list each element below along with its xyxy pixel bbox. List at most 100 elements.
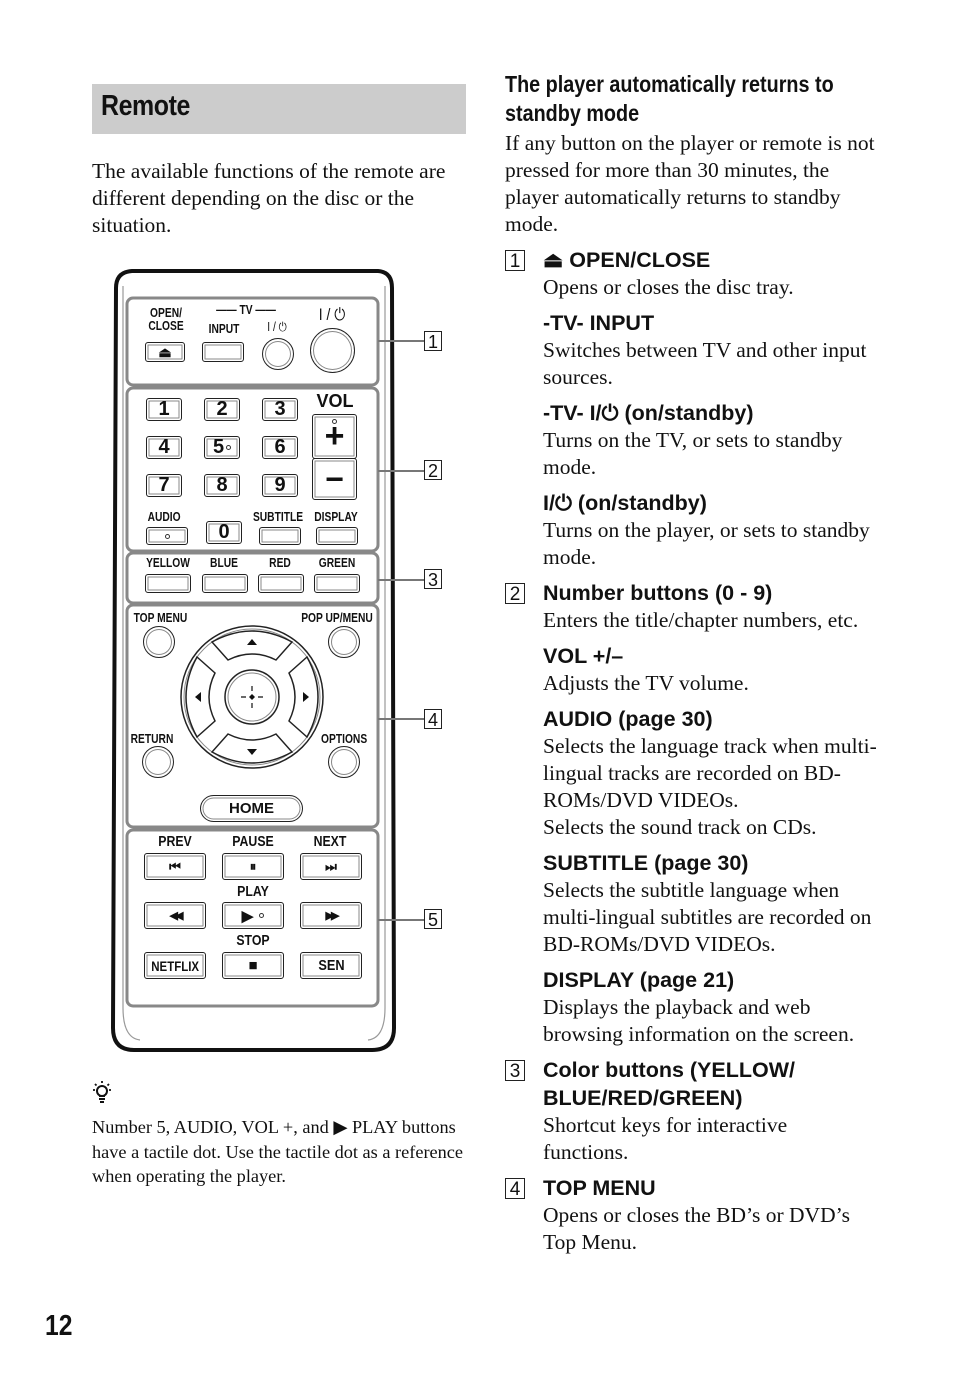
callout-3: 3: [424, 569, 442, 590]
tactile-dot-icon: [226, 445, 232, 450]
section-title-bar: Remote: [92, 84, 466, 134]
play-icon: ▶: [333, 1117, 348, 1137]
item-desc: Opens or closes the BD’s or DVD’s Top Me…: [543, 1203, 850, 1254]
audio-button[interactable]: [146, 527, 188, 545]
number-9-button[interactable]: 9: [262, 474, 298, 497]
standby-heading: The player automatically returns to stan…: [505, 71, 834, 126]
item-desc: Turns on the player, or sets to standby …: [543, 518, 870, 569]
play-button[interactable]: ▶: [222, 902, 284, 929]
display-label: DISPLAY: [314, 510, 358, 524]
subtitle-label: SUBTITLE: [252, 510, 304, 524]
item-title: Color buttons (YELLOW/ BLUE/RED/GREEN): [543, 1058, 795, 1110]
item-desc: Turns on the TV, or sets to standby mode…: [543, 428, 843, 479]
item-title: I/⏻ (on/standby): [543, 491, 707, 515]
item-desc: Selects the subtitle language when multi…: [543, 878, 872, 956]
number-1-button[interactable]: 1: [146, 398, 182, 421]
hint-box: Number 5, AUDIO, VOL +, and ▶ PLAY butto…: [92, 1080, 472, 1189]
tv-input-button[interactable]: [202, 342, 244, 362]
item-desc: Displays the playback and web browsing i…: [543, 995, 855, 1046]
intro-paragraph: The available functions of the remote ar…: [92, 159, 446, 237]
number-3-button[interactable]: 3: [262, 398, 298, 421]
open-close-button[interactable]: ⏏: [145, 342, 185, 362]
callout-2: 2: [424, 460, 442, 481]
open-close-label: OPEN/ CLOSE: [148, 306, 184, 333]
item-title: -TV- I/⏻ (on/standby): [543, 401, 754, 425]
standby-body: If any button on the player or remote is…: [505, 131, 875, 236]
tv-group-label: —— TV ——: [216, 303, 276, 317]
red-label: RED: [269, 556, 291, 570]
item-title: DISPLAY (page 21): [543, 968, 735, 992]
dpad-down-button[interactable]: [210, 736, 294, 766]
blue-label: BLUE: [210, 556, 238, 570]
tactile-dot-icon: [259, 913, 265, 918]
pause-button[interactable]: ⏸: [222, 853, 284, 880]
popup-menu-button[interactable]: [328, 626, 360, 658]
enter-button[interactable]: [222, 667, 282, 727]
yellow-button[interactable]: [145, 574, 191, 593]
blue-button[interactable]: [202, 574, 248, 593]
power-button[interactable]: [310, 328, 355, 373]
options-button[interactable]: [328, 746, 360, 778]
rewind-icon: ◀◀: [169, 910, 184, 922]
input-label: INPUT: [208, 322, 240, 336]
item-title: AUDIO (page 30): [543, 707, 713, 731]
number-7-button[interactable]: 7: [146, 474, 182, 497]
page-number: 12: [45, 1310, 73, 1342]
next-button[interactable]: ⏭: [300, 853, 362, 880]
item-4: 4 TOP MENU Opens or closes the BD’s or D…: [505, 1174, 885, 1256]
right-column: The player automatically returns to stan…: [505, 70, 885, 1256]
tv-power-button[interactable]: [262, 338, 294, 370]
top-menu-button[interactable]: [143, 626, 175, 658]
callout-1: 1: [424, 331, 442, 352]
item-title: VOL +/–: [543, 644, 624, 668]
return-button[interactable]: [142, 746, 174, 778]
vol-plus-button[interactable]: +: [312, 414, 357, 459]
tv-power-label: I / ⏻: [267, 320, 287, 334]
item-title: TOP MENU: [543, 1176, 656, 1200]
prev-button[interactable]: ⏮: [144, 853, 206, 880]
vol-minus-button[interactable]: −: [312, 458, 357, 500]
prev-label: PREV: [158, 833, 192, 850]
fast-forward-button[interactable]: ▶▶: [300, 902, 362, 929]
item-title: ⏏ OPEN/CLOSE: [543, 248, 711, 272]
number-8-button[interactable]: 8: [204, 474, 240, 497]
dpad-up-button[interactable]: [210, 628, 294, 658]
pause-label: PAUSE: [232, 833, 274, 850]
sen-button[interactable]: SEN: [300, 952, 362, 979]
home-button[interactable]: HOME: [200, 795, 303, 822]
hint-text: Number 5, AUDIO, VOL +, and ▶ PLAY butto…: [92, 1117, 464, 1186]
item-desc: Opens or closes the disc tray.: [543, 275, 794, 299]
stop-button[interactable]: ■: [222, 952, 284, 979]
item-desc: Shortcut keys for interactive functions.: [543, 1113, 788, 1164]
callout-5: 5: [424, 909, 442, 930]
item-desc: Selects the sound track on CDs.: [543, 815, 817, 839]
netflix-button[interactable]: NETFLIX: [144, 952, 206, 979]
next-label: NEXT: [313, 833, 347, 850]
pause-icon: ⏸: [249, 858, 257, 874]
dpad-left-button[interactable]: [182, 658, 212, 736]
next-icon: ⏭: [325, 858, 337, 874]
number-2-button[interactable]: 2: [204, 398, 240, 421]
number-0-button[interactable]: 0: [206, 521, 242, 544]
audio-label: AUDIO: [147, 510, 181, 524]
stop-label: STOP: [236, 932, 270, 949]
return-label: RETURN: [130, 732, 174, 746]
yellow-label: YELLOW: [146, 556, 190, 570]
section-title: Remote: [101, 90, 190, 122]
subtitle-button[interactable]: [259, 527, 301, 545]
number-5-button[interactable]: 5: [204, 436, 240, 459]
red-button[interactable]: [258, 574, 304, 593]
item-3: 3 Color buttons (YELLOW/ BLUE/RED/GREEN)…: [505, 1056, 885, 1166]
item-desc: Enters the title/chapter numbers, etc.: [543, 608, 859, 632]
item-title: -TV- INPUT: [543, 311, 655, 335]
number-6-button[interactable]: 6: [262, 436, 298, 459]
green-button[interactable]: [314, 574, 360, 593]
item-1: 1 ⏏ OPEN/CLOSE Opens or closes the disc …: [505, 246, 885, 571]
item-number-badge: 2: [505, 583, 525, 605]
dpad-right-button[interactable]: [292, 658, 322, 736]
fast-forward-icon: ▶▶: [325, 910, 340, 922]
number-4-button[interactable]: 4: [146, 436, 182, 459]
item-title: Number buttons (0 - 9): [543, 581, 773, 605]
rewind-button[interactable]: ◀◀: [144, 902, 206, 929]
display-button[interactable]: [316, 527, 358, 545]
